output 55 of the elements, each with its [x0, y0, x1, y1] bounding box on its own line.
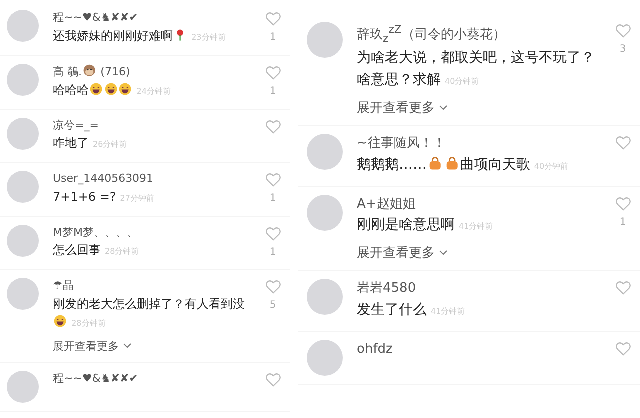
chevron-down-icon: [123, 343, 132, 350]
avatar[interactable]: [307, 279, 343, 316]
laughing-face-icon: [104, 82, 118, 96]
chevron-down-icon: [439, 105, 448, 112]
avatar[interactable]: [7, 224, 39, 257]
user-name[interactable]: ~往事随风！！: [357, 134, 606, 154]
heart-icon[interactable]: [616, 136, 630, 150]
laughing-face-icon: [90, 82, 103, 96]
heart-icon[interactable]: [616, 342, 630, 356]
expand-link[interactable]: 展开查看更多: [357, 99, 448, 118]
heart-icon[interactable]: [266, 66, 280, 80]
user-name[interactable]: ohfdz: [357, 340, 606, 360]
expand-link[interactable]: 展开查看更多: [53, 338, 132, 354]
avatar[interactable]: [7, 10, 39, 42]
bag-icon: [444, 156, 460, 171]
user-name[interactable]: A+赵姐姐: [357, 194, 606, 214]
avatar[interactable]: [307, 340, 343, 376]
avatar[interactable]: [7, 278, 39, 310]
bag-icon: [428, 156, 443, 171]
heart-icon[interactable]: [266, 226, 280, 241]
expand-link[interactable]: 展开查看更多: [357, 244, 448, 262]
avatar[interactable]: [7, 64, 39, 96]
heart-icon[interactable]: [616, 24, 630, 38]
heart-icon[interactable]: [266, 120, 280, 134]
like-count: 1: [620, 216, 626, 228]
like-count: 1: [270, 246, 276, 258]
heart-icon[interactable]: [266, 12, 280, 26]
heart-icon[interactable]: [266, 280, 280, 294]
avatar[interactable]: [307, 194, 343, 231]
avatar[interactable]: [7, 118, 39, 150]
heart-icon[interactable]: [616, 281, 630, 296]
avatar[interactable]: [7, 171, 39, 204]
heart-icon[interactable]: [616, 196, 630, 211]
user-name[interactable]: 程~~♥&♞✘✘✔: [53, 10, 256, 26]
laughing-face-icon: [119, 82, 132, 96]
avatar[interactable]: [7, 370, 39, 403]
like-count: 5: [270, 300, 276, 312]
like-count: 1: [270, 193, 276, 204]
like-count: 1: [270, 32, 276, 43]
user-name[interactable]: ☂晶: [53, 278, 256, 295]
monkey-face-icon: [83, 64, 96, 77]
heart-icon[interactable]: [266, 372, 280, 387]
user-name[interactable]: 岩岩4580: [357, 279, 606, 299]
chevron-down-icon: [439, 250, 448, 256]
user-name[interactable]: 程~~♥&♞✘✘✔: [53, 370, 256, 388]
user-name[interactable]: User_1440563091: [53, 171, 256, 188]
like-count: 3: [620, 44, 626, 55]
heart-icon[interactable]: [266, 173, 280, 188]
user-name[interactable]: M梦M梦、、、、: [53, 224, 256, 242]
laughing-face-icon: [54, 314, 67, 328]
avatar[interactable]: [307, 22, 343, 58]
user-name[interactable]: 高 鵸. (716): [53, 64, 256, 81]
user-name[interactable]: 凉兮=_=: [53, 118, 256, 134]
like-count: 1: [270, 86, 276, 96]
avatar[interactable]: [307, 134, 343, 170]
